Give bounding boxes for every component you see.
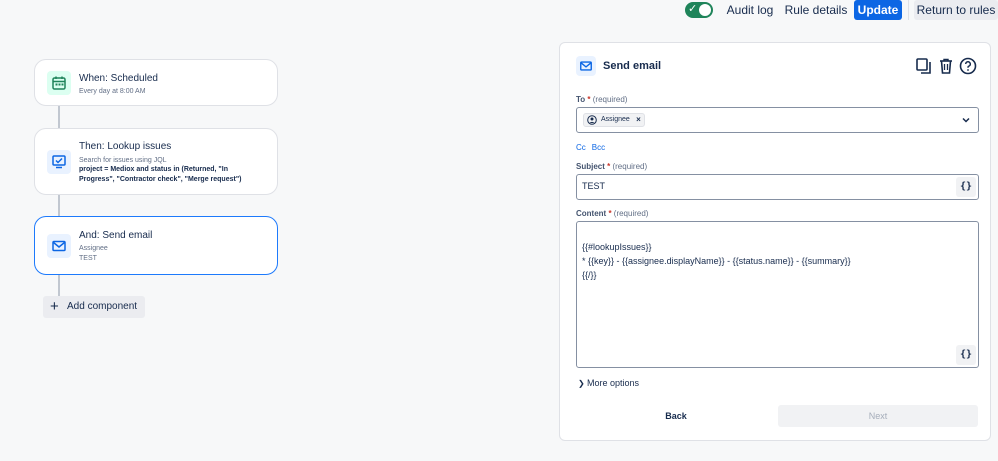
return-to-rules-button[interactable]: Return to rules	[914, 0, 998, 20]
help-icon[interactable]	[959, 57, 977, 75]
lookup-title: Then: Lookup issues	[79, 141, 172, 152]
action-card-lookup-issues[interactable]: Then: Lookup issues Search for issues us…	[34, 128, 278, 195]
bcc-link[interactable]: Bcc	[592, 143, 605, 152]
audit-log-button[interactable]: Audit log	[722, 0, 778, 20]
chevron-right-icon: ❯	[578, 379, 585, 388]
cc-bcc-links: Cc Bcc	[576, 143, 611, 152]
duplicate-icon[interactable]	[915, 57, 933, 75]
to-required-hint: (required)	[592, 95, 628, 104]
flow-connector	[58, 274, 60, 296]
remove-chip-icon[interactable]: ×	[636, 114, 641, 126]
trigger-card-scheduled[interactable]: When: Scheduled Every day at 8:00 AM	[34, 59, 278, 106]
send-email-subtitle-2: TEST	[79, 255, 97, 262]
insert-smart-value-button[interactable]: {}	[956, 345, 976, 365]
lookup-query-line-1: project = Mediox and status in (Returned…	[79, 166, 228, 173]
mail-icon	[576, 56, 596, 76]
subject-value: TEST	[582, 181, 606, 191]
back-button[interactable]: Back	[576, 405, 776, 427]
toggle-knob	[699, 4, 711, 16]
subject-label-text: Subject	[576, 162, 605, 171]
rule-enabled-toggle[interactable]: ✓	[685, 2, 713, 18]
lookup-query-line-2: Progress", "Contractor check", "Merge re…	[79, 176, 242, 183]
subject-required-hint: (required)	[612, 162, 648, 171]
send-email-config-panel: Send email To * (required) Assignee × Cc…	[559, 42, 991, 441]
to-select[interactable]: Assignee ×	[576, 107, 979, 133]
content-textarea[interactable]: {{#lookupIssues}} * {{key}} - {{assignee.…	[576, 221, 979, 368]
cc-link[interactable]: Cc	[576, 143, 586, 152]
action-card-send-email[interactable]: And: Send email Assignee TEST	[34, 216, 278, 275]
to-label: To * (required)	[576, 95, 628, 104]
update-button[interactable]: Update	[854, 0, 902, 20]
content-body: {{#lookupIssues}} * {{key}} - {{assignee.…	[582, 240, 851, 282]
more-options-toggle[interactable]: ❯ More options	[578, 378, 639, 388]
subject-input[interactable]: TEST {}	[576, 174, 979, 200]
send-email-subtitle-1: Assignee	[79, 245, 108, 252]
send-email-title: And: Send email	[79, 230, 153, 241]
flow-connector	[58, 194, 60, 217]
content-label: Content * (required)	[576, 209, 649, 218]
rule-details-button[interactable]: Rule details	[784, 0, 848, 20]
content-line: {{/}}	[582, 270, 597, 280]
assignee-chip: Assignee ×	[583, 113, 645, 127]
content-line: {{#lookupIssues}}	[582, 242, 652, 252]
check-icon: ✓	[688, 3, 698, 15]
content-label-text: Content	[576, 209, 607, 218]
insert-smart-value-button[interactable]: {}	[956, 177, 976, 197]
calendar-icon	[47, 71, 71, 95]
delete-icon[interactable]	[937, 57, 955, 75]
to-label-text: To	[576, 95, 586, 104]
trigger-title: When: Scheduled	[79, 73, 158, 84]
flow-connector	[58, 105, 60, 129]
user-avatar-icon	[587, 115, 597, 125]
search-list-icon	[47, 150, 71, 174]
add-component-button[interactable]: + Add component	[43, 296, 145, 318]
content-required-hint: (required)	[613, 209, 649, 218]
mail-icon	[47, 234, 71, 258]
content-line: * {{key}} - {{assignee.displayName}} - {…	[582, 256, 851, 266]
chevron-down-icon[interactable]	[960, 114, 972, 126]
panel-title: Send email	[603, 60, 662, 72]
more-options-label: More options	[587, 378, 640, 388]
subject-label: Subject * (required)	[576, 162, 648, 171]
plus-icon: +	[50, 298, 59, 315]
assignee-chip-label: Assignee	[601, 116, 630, 123]
add-component-label: Add component	[67, 301, 138, 312]
trigger-subtitle: Every day at 8:00 AM	[79, 88, 146, 95]
next-button[interactable]: Next	[778, 405, 978, 427]
toolbar-divider	[908, 0, 909, 20]
